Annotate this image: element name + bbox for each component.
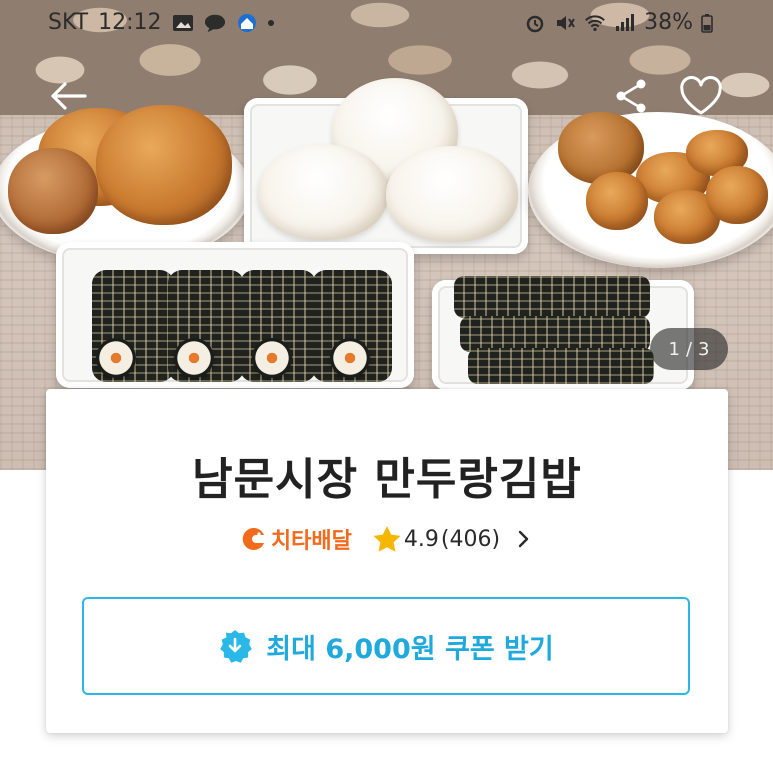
home-badge-icon [237,13,256,32]
coupon-download-button[interactable]: 최대 6,000원 쿠폰 받기 [82,597,690,695]
carousel-current-page: 1 [668,338,680,360]
share-icon [616,79,646,113]
signal-icon [616,13,635,31]
carousel-total-pages: 3 [698,338,710,360]
download-badge-icon [220,630,253,663]
wifi-icon [585,14,605,31]
steamed-bun [386,146,518,242]
back-button[interactable] [44,72,92,120]
store-meta-row: 치타배달 4.9 (406) [46,523,728,555]
coupon-label: 최대 6,000원 쿠폰 받기 [266,633,554,665]
alarm-icon [526,15,544,32]
battery-percent: 38% [644,10,693,35]
heart-outline-icon [680,76,722,115]
battery-icon [701,13,713,33]
steamed-bun [258,144,388,240]
clock: 12:12 [98,10,162,35]
review-count: (406) [440,526,501,552]
favorite-button[interactable] [677,72,725,120]
round-donut [558,112,644,184]
arrow-left-icon [51,82,87,110]
cheetah-delivery-badge: 치타배달 [240,523,352,555]
carousel-page-indicator: 1 / 3 [650,328,728,370]
round-donut [706,166,768,224]
carrier-label: SKT [48,10,89,35]
store-name: 남문시장 만두랑김밥 [192,454,582,505]
more-notifications-icon [267,19,274,26]
delivery-brand-label: 치타배달 [270,529,352,554]
carousel-separator: / [685,338,693,360]
share-button[interactable] [607,72,655,120]
round-donut [586,172,648,230]
cheetah-logo-icon [242,527,264,550]
rating-value: 4.9 [403,526,439,552]
star-icon [373,526,401,552]
mini-kimbap-roll [454,276,650,318]
chevron-right-icon [518,530,529,548]
sugar-donut [8,148,98,234]
kimbap-slices [96,338,370,378]
gallery-icon [172,14,193,31]
talk-icon [204,14,225,32]
fried-bread [96,105,232,225]
mute-icon [557,15,575,30]
store-info-card: 남문시장 만두랑김밥 치타배달 4.9 (406) 최대 6,000원 쿠폰 받… [46,389,728,733]
mini-kimbap-roll [460,316,650,352]
mini-kimbap-roll [468,348,654,384]
rating-link[interactable]: 4.9 (406) [372,525,534,553]
status-bar: SKT 12:12 38% [0,0,773,48]
